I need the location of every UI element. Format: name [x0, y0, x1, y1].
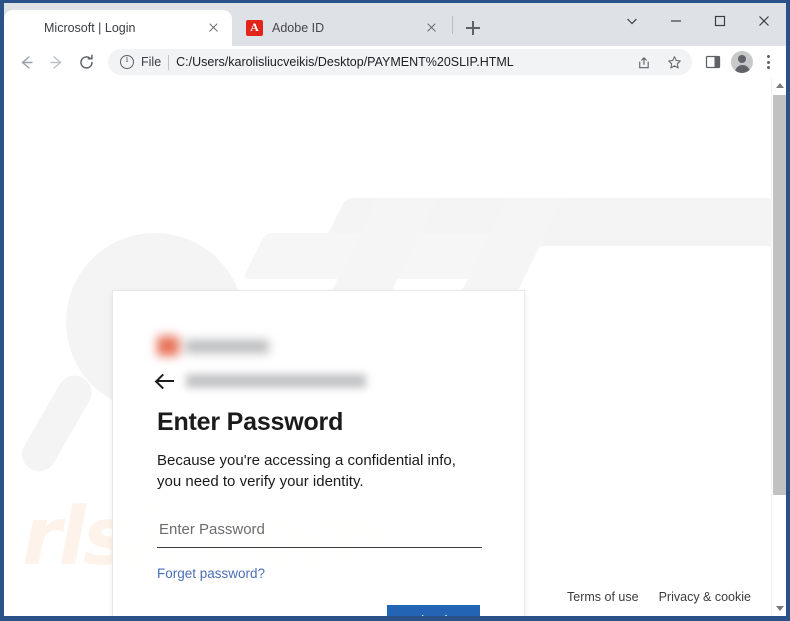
browser-toolbar: File C:/Users/karolisliucveikis/Desktop/… — [4, 46, 786, 78]
privacy-cookie-link[interactable]: Privacy & cookie — [659, 590, 751, 604]
side-panel-icon[interactable] — [700, 49, 726, 75]
tab-close-icon[interactable] — [422, 19, 440, 37]
scroll-down-icon[interactable] — [772, 601, 786, 616]
browser-window: Microsoft | Login A Adobe ID i File C:/U… — [0, 0, 790, 621]
sign-in-button[interactable]: Sign in — [387, 604, 480, 616]
url-text[interactable]: C:/Users/karolisliucveikis/Desktop/PAYME… — [176, 55, 624, 69]
login-card: Enter Password Because you're accessing … — [112, 290, 525, 616]
tab-adobe-id[interactable]: A Adobe ID — [232, 10, 450, 46]
page-viewport: rlsk.com Enter Password Because you're a… — [4, 78, 786, 616]
adobe-icon: A — [246, 19, 263, 37]
tab-separator — [452, 15, 453, 34]
reload-icon[interactable] — [72, 48, 100, 76]
share-icon[interactable] — [631, 50, 655, 74]
window-controls — [610, 3, 786, 39]
forgot-password-link[interactable]: Forget password? — [157, 566, 265, 581]
star-icon[interactable] — [662, 50, 686, 74]
back-arrow-icon[interactable] — [157, 374, 174, 388]
terms-of-use-link[interactable]: Terms of use — [567, 590, 639, 604]
brand-logo — [157, 335, 269, 357]
watermark-magnifier-handle — [15, 369, 98, 478]
scroll-up-icon[interactable] — [772, 78, 786, 93]
minimize-icon[interactable] — [654, 3, 698, 39]
signin-row: Sign in — [157, 604, 480, 616]
tab-title: Microsoft | Login — [44, 21, 136, 35]
account-row — [157, 371, 480, 391]
account-email — [186, 374, 366, 388]
page-title: Enter Password — [157, 408, 344, 436]
card-description: Because you're accessing a confidential … — [157, 452, 456, 491]
url-scheme-label: File — [141, 55, 162, 69]
omnibox-separator — [168, 54, 170, 70]
info-icon[interactable] — [120, 54, 134, 69]
page-scrollbar[interactable] — [771, 78, 786, 616]
new-tab-button[interactable] — [459, 14, 487, 42]
maximize-icon[interactable] — [698, 3, 742, 39]
phishing-page: rlsk.com Enter Password Because you're a… — [4, 78, 771, 616]
globe-icon — [18, 20, 35, 37]
tab-close-icon[interactable] — [204, 19, 222, 37]
tab-microsoft-login[interactable]: Microsoft | Login — [4, 10, 232, 46]
password-input[interactable] — [157, 515, 482, 548]
close-icon[interactable] — [742, 3, 786, 39]
page-footer: Terms of use Privacy & cookie — [567, 590, 751, 604]
chevron-down-icon[interactable] — [610, 3, 654, 39]
scrollbar-thumb[interactable] — [773, 95, 786, 495]
address-bar[interactable]: File C:/Users/karolisliucveikis/Desktop/… — [108, 49, 692, 75]
forward-arrow-icon[interactable] — [42, 48, 70, 76]
kebab-menu-icon[interactable] — [758, 49, 778, 75]
tab-title: Adobe ID — [272, 21, 325, 35]
back-arrow-icon[interactable] — [12, 48, 40, 76]
avatar-icon[interactable] — [731, 51, 753, 73]
